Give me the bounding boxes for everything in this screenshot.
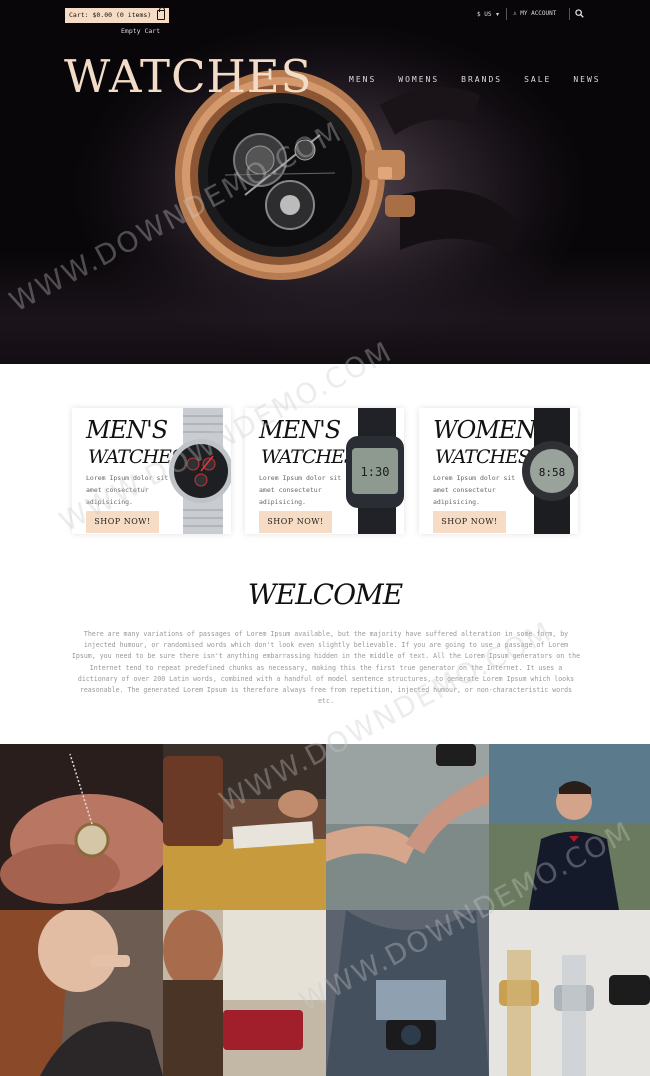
my-account-label: MY ACCOUNT [520, 10, 557, 17]
search-icon[interactable] [575, 9, 584, 18]
user-icon: ♙ [513, 10, 517, 17]
gallery-photo-pocket-watch[interactable] [0, 744, 163, 910]
cart-label: Cart: $0.00 (0 items) [69, 11, 152, 19]
steel-watch-image [169, 408, 231, 534]
card-description: Lorem Ipsum dolor sit amet consectetur a… [86, 474, 169, 506]
gallery-photo-smartwatches[interactable] [489, 910, 650, 1076]
nav-item-sale[interactable]: SALE [524, 75, 551, 84]
main-nav: MENS WOMENS BRANDS SALE NEWS [349, 75, 601, 84]
svg-text:1:30: 1:30 [361, 465, 390, 479]
gallery-photo-desk-writing[interactable] [163, 744, 326, 910]
nav-item-womens[interactable]: WOMENS [398, 75, 439, 84]
card-description: Lorem Ipsum dolor sit amet consectetur a… [259, 474, 342, 506]
category-cards: MEN'S WATCHES Lorem Ipsum dolor sit amet… [72, 408, 578, 534]
shop-now-button[interactable]: SHOP NOW! [259, 511, 332, 533]
chevron-down-icon[interactable]: ▾ [496, 11, 499, 18]
empty-cart-link[interactable]: Empty Cart [121, 27, 160, 35]
category-card-womens[interactable]: WOMEN'S WATCHES Lorem Ipsum dolor sit am… [419, 408, 578, 534]
gallery-photo-camera-woman[interactable] [326, 910, 489, 1076]
card-title: MEN'S [259, 416, 341, 444]
nav-item-mens[interactable]: MENS [349, 75, 376, 84]
cart-summary[interactable]: Cart: $0.00 (0 items) [65, 7, 170, 23]
card-title: MEN'S [86, 416, 168, 444]
hero-banner: Cart: $0.00 (0 items) Empty Cart $ US ▾ … [0, 0, 650, 364]
category-card-mens-2[interactable]: MEN'S WATCHES Lorem Ipsum dolor sit amet… [245, 408, 404, 534]
welcome-heading: WELCOME [247, 578, 403, 611]
shopping-bag-icon [157, 7, 166, 20]
gallery-photo-woman-sunglasses[interactable] [163, 910, 326, 1076]
site-logo[interactable]: WATCHES [64, 50, 312, 103]
card-description: Lorem Ipsum dolor sit amet consectetur a… [433, 474, 516, 506]
divider [569, 8, 570, 20]
digital-watch-image: 1:30 [346, 408, 404, 534]
my-account-link[interactable]: ♙ MY ACCOUNT [513, 10, 556, 17]
gallery-photo-holding-hands[interactable] [326, 744, 489, 910]
photo-gallery [0, 744, 650, 1076]
svg-text:8:58: 8:58 [539, 466, 566, 479]
nav-item-news[interactable]: NEWS [573, 75, 600, 84]
shop-now-button[interactable]: SHOP NOW! [86, 511, 159, 533]
nav-item-brands[interactable]: BRANDS [461, 75, 502, 84]
welcome-paragraph: There are many variations of passages of… [71, 630, 581, 706]
shop-now-button[interactable]: SHOP NOW! [433, 511, 506, 533]
gallery-photo-woman-smoking[interactable] [0, 910, 163, 1076]
sport-watch-image: 8:58 [522, 408, 578, 534]
currency-select[interactable]: $ US [477, 11, 491, 18]
gallery-photo-man-in-suit[interactable] [489, 744, 650, 910]
divider [506, 8, 507, 20]
category-card-mens-1[interactable]: MEN'S WATCHES Lorem Ipsum dolor sit amet… [72, 408, 231, 534]
